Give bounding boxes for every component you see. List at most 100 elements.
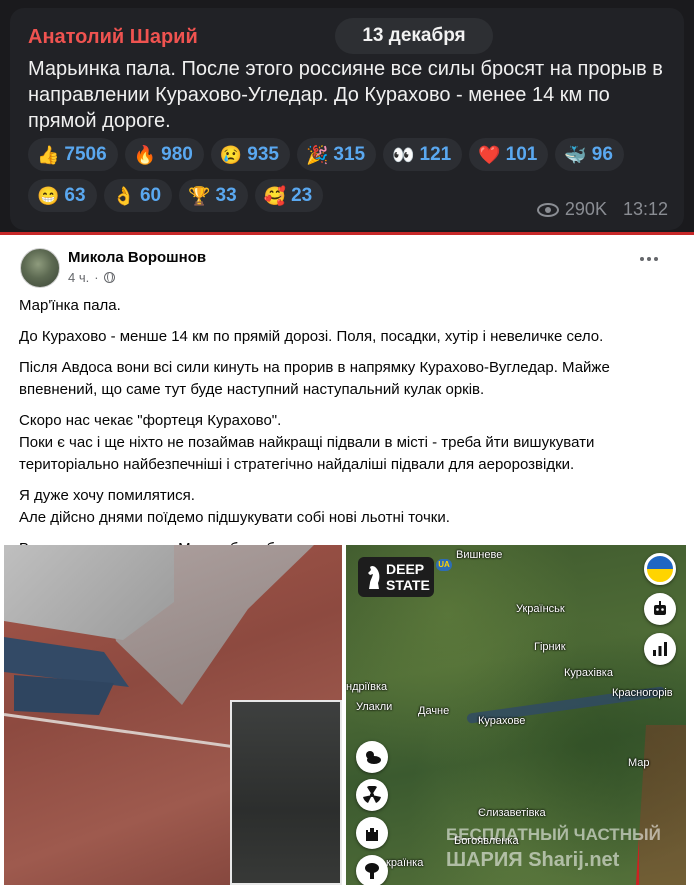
map-label: Вишневе	[456, 549, 503, 561]
satellite-image[interactable]	[4, 545, 342, 885]
thumbs-up-icon: 👍	[37, 144, 60, 165]
reaction-button[interactable]: 🔥 980	[124, 138, 204, 171]
mushroom-cloud-icon	[365, 863, 379, 879]
watermark: ШАРИЯ Sharij.net	[446, 849, 620, 871]
dot-icon	[640, 257, 644, 261]
globe-icon	[103, 272, 115, 283]
deepstate-map-image[interactable]: DEEP STATE UA Вишневе Українськ Гірник К…	[346, 545, 686, 885]
reaction-button[interactable]: 🥰 23	[254, 179, 324, 212]
map-label: Українськ	[516, 603, 565, 615]
reaction-button[interactable]: 🎉 315	[296, 138, 377, 171]
reaction-count: 60	[139, 184, 162, 206]
reactions-row: 👍 7506 🔥 980 😢 935 🎉 315 👀 121 ❤️ 101 🐳 96	[28, 138, 678, 171]
avatar[interactable]	[20, 248, 60, 288]
chess-knight-icon	[368, 565, 380, 589]
reaction-button[interactable]: 🏆 33	[179, 179, 248, 212]
weather-layer-button[interactable]	[356, 741, 388, 773]
reaction-button[interactable]: 😁 63	[28, 179, 97, 212]
smiling-hearts-icon: 🥰	[263, 185, 287, 206]
reaction-count: 7506	[64, 143, 107, 165]
screenshot-root: Анатолий Шарий 13 декабря Марьинка пала.…	[0, 0, 694, 894]
post-paragraph: Я дуже хочу помилятися. Але дійсно днями …	[19, 485, 679, 529]
more-options-button[interactable]	[640, 257, 658, 261]
post-text-line: Я дуже хочу помилятися.	[19, 487, 195, 504]
eye-icon	[536, 202, 559, 217]
whale-icon: 🐳	[564, 144, 587, 165]
map-label: Дачне	[418, 705, 450, 717]
cloud-sun-icon	[366, 751, 381, 764]
reaction-button[interactable]: 😢 935	[210, 138, 290, 171]
logo-text-line1: DEEP	[386, 561, 425, 577]
watermark: БЕСПЛАТНЫЙ ЧАСТНЫЙ	[446, 825, 661, 844]
reaction-button[interactable]: 👀 121	[383, 138, 463, 171]
reaction-count: 23	[291, 184, 313, 206]
heart-icon: ❤️	[478, 144, 501, 165]
reaction-button[interactable]: 👌 60	[103, 179, 173, 212]
views-count: 290K	[564, 199, 607, 219]
post-body: Мар'їнка пала. До Курахово - менше 14 км …	[19, 295, 679, 569]
post-text-line: Мар'їнка пала.	[19, 297, 121, 314]
reaction-count: 63	[64, 184, 86, 206]
post-time[interactable]: 4 ч. ·	[68, 270, 115, 285]
map-label: країнка	[386, 857, 424, 869]
reaction-count: 315	[333, 143, 366, 165]
reaction-count: 101	[505, 143, 538, 165]
inset-photo	[230, 700, 342, 885]
crying-face-icon: 😢	[219, 144, 243, 165]
telegram-author[interactable]: Анатолий Шарий	[28, 26, 198, 49]
explosion-layer-button[interactable]	[356, 855, 388, 885]
deepstate-logo: DEEP STATE UA	[358, 557, 452, 597]
bot-button[interactable]	[644, 593, 676, 625]
robot-icon	[654, 601, 666, 615]
reaction-count: 96	[591, 143, 613, 165]
post-time-label: 4 ч.	[68, 270, 90, 285]
ua-badge: UA	[436, 559, 452, 571]
dot-icon	[647, 257, 651, 261]
post-paragraph: Після Авдоса вони всі сили кинуть на про…	[19, 357, 679, 401]
party-popper-icon: 🎉	[305, 144, 329, 165]
dot-icon	[654, 257, 658, 261]
message-meta: 290K 13:12	[536, 199, 668, 220]
map-label: Мар	[628, 757, 650, 769]
stats-button[interactable]	[644, 633, 676, 665]
reaction-count: 33	[215, 184, 237, 206]
reaction-count: 980	[161, 143, 193, 165]
reaction-count: 121	[419, 143, 452, 165]
ok-hand-icon: 👌	[112, 185, 135, 206]
post-text-line: Після Авдоса вони всі сили кинуть на про…	[19, 359, 610, 398]
map-label: Курахівка	[564, 667, 613, 679]
message-time: 13:12	[622, 199, 668, 219]
reaction-button[interactable]: 🐳 96	[555, 138, 624, 171]
telegram-message-card: Анатолий Шарий 13 декабря Марьинка пала.…	[10, 8, 684, 230]
map-label: Гірник	[534, 641, 566, 653]
eyes-icon: 👀	[392, 144, 415, 165]
castle-icon	[366, 828, 378, 841]
fortification-layer-button[interactable]	[356, 817, 388, 849]
post-text-line: Поки є час і ще ніхто не позаймав найкра…	[19, 434, 595, 473]
reaction-button[interactable]: 👍 7506	[28, 138, 118, 171]
date-badge: 13 декабря	[335, 18, 493, 54]
bar-chart-icon	[653, 642, 667, 656]
map-label: Єлизаветівка	[478, 807, 546, 819]
map-label: Курахове	[478, 715, 526, 727]
reaction-count: 935	[247, 143, 279, 165]
post-text-line: Але дійсно днями поїдемо підшукувати соб…	[19, 509, 450, 526]
map-label: Красногорів	[612, 687, 673, 699]
logo-text-line2: STATE	[386, 577, 430, 593]
trophy-icon: 🏆	[188, 185, 211, 206]
fire-icon: 🔥	[133, 144, 157, 165]
map-label: ндріївка	[346, 681, 388, 693]
post-paragraph: До Курахово - менше 14 км по прямій доро…	[19, 326, 679, 348]
map-label: Улакли	[356, 701, 393, 713]
post-paragraph: Мар'їнка пала.	[19, 295, 679, 317]
ukraine-flag-button[interactable]	[644, 553, 676, 585]
post-author[interactable]: Микола Ворошнов	[68, 249, 206, 266]
post-text-line: Скоро нас чекає "фортеця Курахово".	[19, 412, 282, 429]
radiation-layer-button[interactable]	[356, 779, 388, 811]
post-text-line: До Курахово - менше 14 км по прямій доро…	[19, 328, 604, 345]
post-paragraph: Скоро нас чекає "фортеця Курахово". Поки …	[19, 410, 679, 476]
radiation-icon	[363, 786, 381, 803]
grinning-face-icon: 😁	[37, 185, 60, 206]
reaction-button[interactable]: ❤️ 101	[469, 138, 549, 171]
telegram-message-text: Марьинка пала. После этого россияне все …	[28, 58, 663, 132]
